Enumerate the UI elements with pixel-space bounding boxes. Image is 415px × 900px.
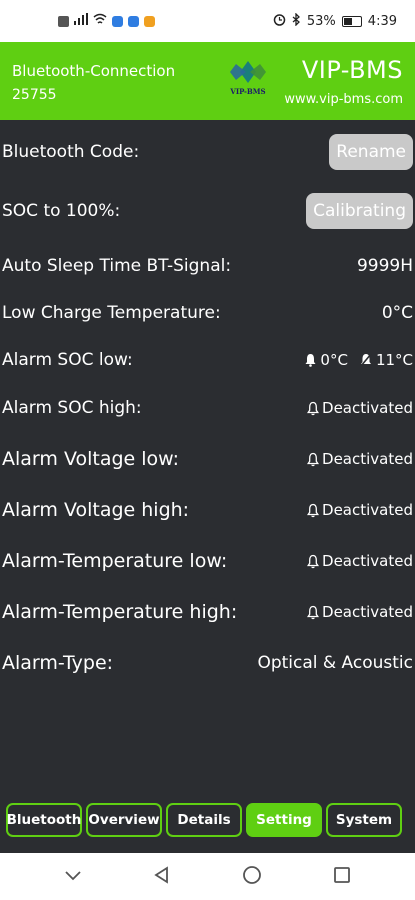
hd-icon [58, 15, 69, 27]
status-icons-right: 53% 4:39 [273, 11, 397, 30]
brand-name: VIP-BMS [301, 56, 403, 84]
alarm-temp-low-value: Deactivated [322, 552, 413, 570]
status-icons-left [58, 13, 155, 29]
tab-system[interactable]: System [326, 803, 402, 837]
alarm-temp-high-row: Alarm-Temperature high: Deactivated [0, 596, 415, 628]
alarm-voltage-high-value-group[interactable]: Deactivated [307, 501, 415, 519]
calibrating-button[interactable]: Calibrating [306, 193, 413, 229]
bluetooth-code-label: Bluetooth Code: [2, 142, 140, 162]
soc-100-row: SOC to 100%: Calibrating [0, 191, 415, 231]
alarm-voltage-low-value-group[interactable]: Deactivated [307, 450, 415, 468]
low-charge-temp-row: Low Charge Temperature: 0°C [0, 299, 415, 327]
back-icon[interactable] [153, 865, 171, 888]
alarm-soc-low-label: Alarm SOC low: [2, 350, 133, 370]
bell-outline-icon [307, 554, 320, 568]
svg-text:VIP-BMS: VIP-BMS [229, 87, 265, 96]
bottom-tab-bar: Bluetooth Overview Details Setting Syste… [0, 803, 415, 847]
alarm-soc-low-values[interactable]: 0°C 11°C [305, 351, 415, 369]
alarm-voltage-high-label: Alarm Voltage high: [2, 499, 190, 521]
alarm-soc-high-value-group[interactable]: Deactivated [307, 399, 415, 417]
bell-outline-icon [307, 452, 320, 466]
vip-bms-logo: VIP-BMS [222, 58, 274, 98]
alarm-temp-low-row: Alarm-Temperature low: Deactivated [0, 545, 415, 577]
bell-outline-icon [307, 401, 320, 415]
alarm-soc-high-label: Alarm SOC high: [2, 398, 142, 418]
connection-status: Bluetooth-Connection [12, 62, 176, 80]
alarm-type-value[interactable]: Optical & Acoustic [257, 653, 415, 673]
message-notification-icon [128, 15, 139, 27]
auto-sleep-row: Auto Sleep Time BT-Signal: 9999H [0, 252, 415, 280]
wifi-icon [93, 13, 107, 29]
app-notification-icon [112, 15, 123, 27]
alarm-temp-low-label: Alarm-Temperature low: [2, 550, 228, 572]
home-icon[interactable] [242, 865, 262, 889]
battery-percent: 53% [306, 13, 336, 29]
alarm-type-row: Alarm-Type: Optical & Acoustic [0, 647, 415, 679]
auto-sleep-value[interactable]: 9999H [357, 256, 415, 276]
bell-muted-icon [360, 353, 372, 367]
alarm-voltage-low-label: Alarm Voltage low: [2, 448, 180, 470]
rename-button[interactable]: Rename [329, 134, 413, 170]
low-charge-temp-label: Low Charge Temperature: [2, 303, 221, 323]
device-id: 25755 [12, 87, 57, 103]
low-charge-temp-value[interactable]: 0°C [382, 303, 415, 323]
recents-icon[interactable] [333, 866, 351, 888]
auto-sleep-label: Auto Sleep Time BT-Signal: [2, 256, 232, 276]
system-nav-bar [0, 853, 415, 900]
bell-outline-icon [307, 605, 320, 619]
chevron-down-icon[interactable] [64, 867, 82, 886]
battery-icon [341, 15, 362, 27]
alarm-temp-high-value: Deactivated [322, 603, 413, 621]
alarm-voltage-low-row: Alarm Voltage low: Deactivated [0, 443, 415, 475]
alarm-soc-high-row: Alarm SOC high: Deactivated [0, 394, 415, 422]
app-notification-orange-icon [144, 15, 155, 27]
bell-filled-icon [305, 354, 316, 367]
tab-details[interactable]: Details [166, 803, 242, 837]
tab-bluetooth[interactable]: Bluetooth [6, 803, 82, 837]
brand-url: www.vip-bms.com [284, 92, 403, 107]
alarm-type-label: Alarm-Type: [2, 652, 114, 674]
alarm-temp-low-value-group[interactable]: Deactivated [307, 552, 415, 570]
tab-setting[interactable]: Setting [246, 803, 322, 837]
alarm-soc-low-row: Alarm SOC low: 0°C 11°C [0, 346, 415, 374]
alarm-soc-low-value-1: 0°C [320, 351, 348, 369]
soc-100-label: SOC to 100%: [2, 201, 121, 221]
app-header: Bluetooth-Connection 25755 VIP-BMS VIP-B… [0, 42, 415, 120]
bell-outline-icon [307, 503, 320, 517]
alarm-temp-high-value-group[interactable]: Deactivated [307, 603, 415, 621]
tab-overview[interactable]: Overview [86, 803, 162, 837]
alarm-temp-high-label: Alarm-Temperature high: [2, 601, 238, 623]
alarm-voltage-low-value: Deactivated [322, 450, 413, 468]
status-bar: 53% 4:39 [0, 0, 415, 42]
alarm-voltage-high-value: Deactivated [322, 501, 413, 519]
bluetooth-icon [292, 11, 301, 30]
bluetooth-code-row: Bluetooth Code: Rename [0, 132, 415, 172]
alarm-voltage-high-row: Alarm Voltage high: Deactivated [0, 494, 415, 526]
signal-icon [74, 13, 88, 29]
alarm-soc-high-value: Deactivated [322, 399, 413, 417]
clock-time: 4:39 [367, 13, 397, 29]
alarm-soc-low-value-2: 11°C [375, 351, 413, 369]
alarm-clock-icon [273, 13, 286, 30]
